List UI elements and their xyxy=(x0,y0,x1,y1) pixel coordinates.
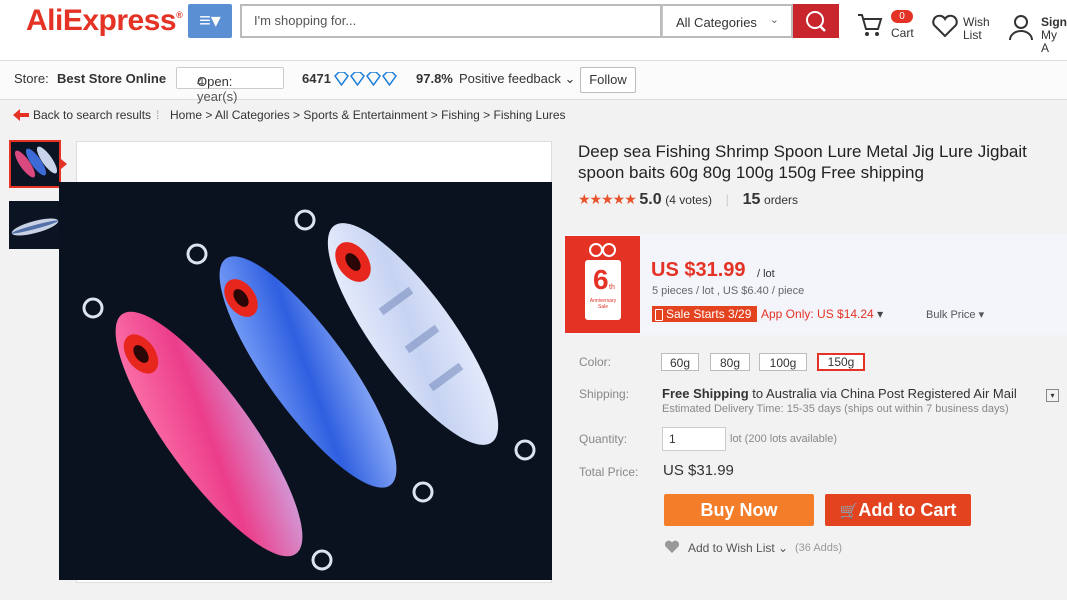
store-label: Store: xyxy=(14,71,49,86)
star-rating-icon: ★★★★★ xyxy=(578,191,637,207)
store-name[interactable]: Best Store Online xyxy=(57,71,166,86)
product-price: US $31.99 xyxy=(651,259,746,281)
lure-thumbnail-image xyxy=(14,146,58,178)
wish-adds-count: (36 Adds) xyxy=(795,542,843,554)
menu-icon: ≡▾ xyxy=(199,10,221,32)
cart-icon[interactable] xyxy=(856,12,884,38)
back-to-results-link[interactable]: Back to search results xyxy=(33,108,151,122)
sale-starts-badge: Sale Starts 3/29 xyxy=(652,306,758,322)
shipping-label: Shipping: xyxy=(579,387,630,401)
follow-button[interactable]: Follow xyxy=(580,67,636,93)
orders-count: 15 xyxy=(742,191,761,208)
shipping-dropdown-icon[interactable]: ▾ xyxy=(1046,389,1059,402)
color-option-150g-selected[interactable]: 150g xyxy=(817,353,865,371)
color-option-100g[interactable]: 100g xyxy=(759,353,807,371)
search-placeholder: I'm shopping for... xyxy=(254,13,357,28)
search-button[interactable] xyxy=(793,4,839,38)
feedback-percent: 97.8% xyxy=(416,71,453,86)
anniversary-sale-badge: 6 th Anniversary Sale xyxy=(565,236,640,333)
wish-list-link[interactable]: Wish List xyxy=(963,16,990,42)
caret-down-icon: ▾ xyxy=(978,309,985,321)
product-title: Deep sea Fishing Shrimp Spoon Lure Metal… xyxy=(578,142,1027,182)
header: AliExpress® ≡▾ I'm shopping for... All C… xyxy=(0,0,1067,61)
feedback-dropdown[interactable]: Positive feedback ⌄ xyxy=(459,71,575,87)
aliexpress-logo[interactable]: AliExpress® xyxy=(26,4,183,38)
rating-row: ★★★★★ 5.0 (4 votes) | 15 orders xyxy=(578,191,798,209)
total-price-label: Total Price: xyxy=(579,465,639,479)
store-bar: Store: Best Store Online Open: 4 year(s)… xyxy=(0,61,1067,104)
quantity-input[interactable]: 1 xyxy=(662,427,726,451)
product-thumbnail-1[interactable] xyxy=(9,140,61,188)
quantity-label: Quantity: xyxy=(579,432,628,446)
search-icon xyxy=(806,11,826,32)
caret-down-icon: ▾ xyxy=(877,307,884,321)
category-select[interactable]: All Categories ⌄ xyxy=(662,4,793,38)
app-only-dropdown[interactable]: App Only: US $14.24 ▾ xyxy=(761,307,883,321)
main-product-image[interactable] xyxy=(59,182,552,580)
rating-value: 5.0 xyxy=(639,191,662,208)
quantity-available: lot (200 lots available) xyxy=(730,433,838,445)
add-to-cart-button[interactable]: 🛒Add to Cart xyxy=(825,494,971,526)
sign-in-link[interactable]: Sign My A xyxy=(1041,16,1067,55)
chevron-down-icon: ⌄ xyxy=(769,14,779,26)
cart-count-badge: 0 xyxy=(891,10,913,23)
heart-icon[interactable] xyxy=(664,540,680,554)
category-label: All Categories xyxy=(676,15,757,30)
store-score: 6471 xyxy=(302,71,331,86)
votes-link[interactable]: (4 votes) xyxy=(665,193,712,207)
divider: | xyxy=(725,192,729,207)
price-per-piece: 5 pieces / lot , US $6.40 / piece xyxy=(652,285,805,297)
chevron-down-icon: ⌄ xyxy=(778,541,789,555)
color-option-80g[interactable]: 80g xyxy=(710,353,750,371)
bulk-price-dropdown[interactable]: Bulk Price ▾ xyxy=(926,308,984,321)
thumbnail-pointer xyxy=(61,159,67,169)
user-icon[interactable] xyxy=(1007,13,1035,41)
back-arrow-icon[interactable] xyxy=(12,108,30,122)
buy-now-button[interactable]: Buy Now xyxy=(664,494,814,526)
phone-icon xyxy=(655,309,663,321)
shipping-info[interactable]: Free Shipping to Australia via China Pos… xyxy=(662,386,1017,401)
menu-button[interactable]: ≡▾ xyxy=(188,4,232,38)
diamond-rating-icon xyxy=(334,72,397,86)
price-unit: / lot xyxy=(757,268,775,280)
heart-icon[interactable] xyxy=(931,14,959,38)
product-thumbnail-2[interactable] xyxy=(9,201,61,249)
chevron-down-icon: ⌄ xyxy=(564,71,576,86)
orders-label: orders xyxy=(764,193,799,207)
lure-thumbnail-image xyxy=(11,218,59,236)
breadcrumb[interactable]: Home > All Categories > Sports & Enterta… xyxy=(170,108,566,122)
delivery-time: Estimated Delivery Time: 15-35 days (shi… xyxy=(662,403,1009,415)
search-input[interactable]: I'm shopping for... xyxy=(240,4,662,38)
store-open-badge: Open: 4 year(s) xyxy=(176,67,284,104)
color-label: Color: xyxy=(579,355,612,369)
breadcrumb-divider: ⁞ xyxy=(156,108,160,122)
add-to-wish-list-link[interactable]: Add to Wish List ⌄ xyxy=(688,541,788,555)
cart-link[interactable]: Cart xyxy=(891,27,914,40)
cart-plus-icon: 🛒 xyxy=(839,503,859,520)
total-price: US $31.99 xyxy=(663,462,734,479)
color-option-60g[interactable]: 60g xyxy=(661,353,699,371)
